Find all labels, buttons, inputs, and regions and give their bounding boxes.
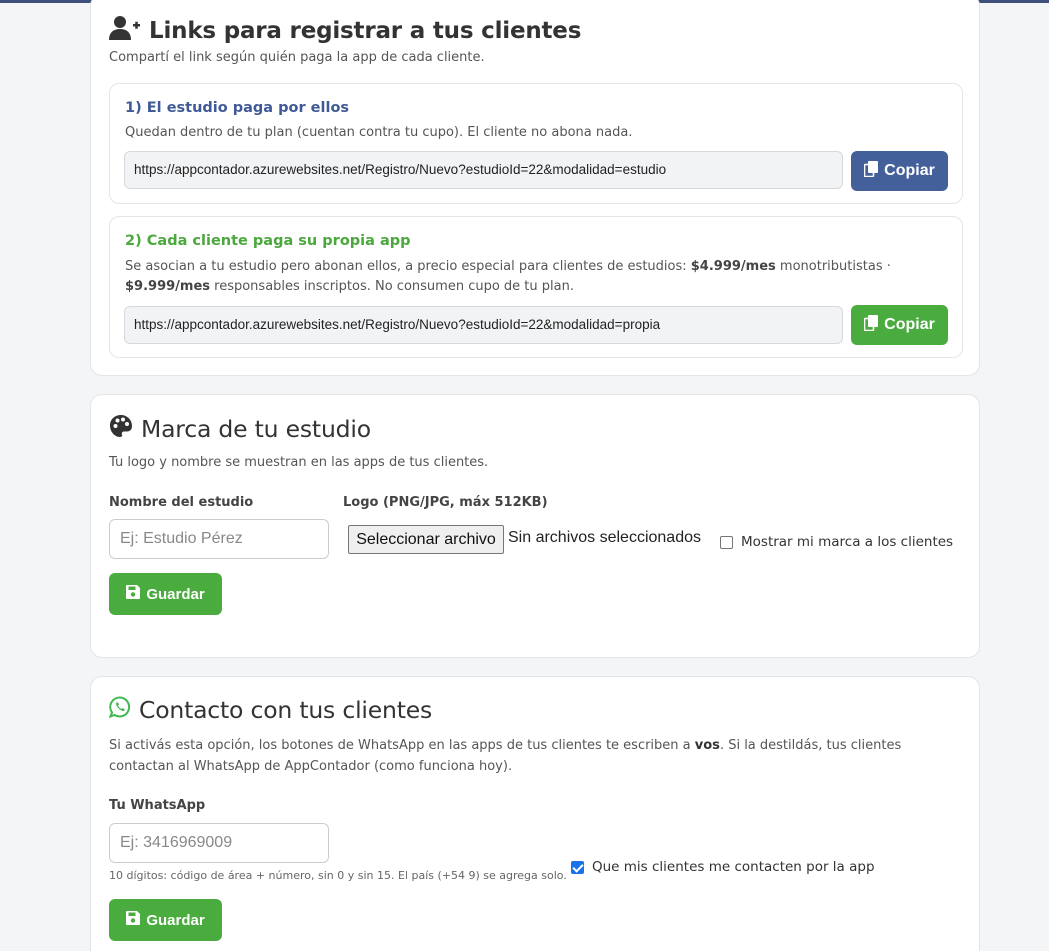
- show-brand-checkbox[interactable]: [720, 535, 733, 549]
- save-brand-button[interactable]: Guardar: [109, 573, 222, 615]
- copy-client-link-button[interactable]: Copiar: [851, 305, 948, 345]
- links-card-subtitle: Compartí el link según quién paga la app…: [109, 50, 485, 65]
- option1-text: Quedan dentro de tu plan (cuentan contra…: [125, 125, 633, 140]
- save-icon: [126, 585, 141, 603]
- whatsapp-icon: [108, 696, 131, 724]
- links-card: Links para registrar a tus clientes Comp…: [90, 0, 980, 376]
- logo-label: Logo (PNG/JPG, máx 512KB): [343, 495, 548, 510]
- option1-title: 1) El estudio paga por ellos: [125, 100, 350, 116]
- contact-card-title: Contacto con tus clientes: [108, 696, 432, 724]
- brand-card: Marca de tu estudio Tu logo y nombre se …: [90, 394, 980, 658]
- brand-card-title: Marca de tu estudio: [109, 414, 371, 444]
- palette-icon: [109, 414, 133, 444]
- studio-name-label: Nombre del estudio: [109, 495, 254, 510]
- save-contact-button[interactable]: Guardar: [109, 899, 222, 941]
- option2-text: Se asocian a tu estudio pero abonan ello…: [125, 259, 891, 294]
- client-link-field[interactable]: https://appcontador.azurewebsites.net/Re…: [124, 306, 843, 344]
- show-brand-label: Mostrar mi marca a los clientes: [741, 534, 954, 550]
- price-monotributo: $4.999/mes: [690, 259, 776, 274]
- option2-title: 2) Cada cliente paga su propia app: [125, 233, 411, 249]
- copy-studio-link-button[interactable]: Copiar: [851, 151, 948, 191]
- contact-checkbox[interactable]: [571, 860, 584, 874]
- links-card-title: Links para registrar a tus clientes: [109, 15, 581, 47]
- show-brand-option[interactable]: Mostrar mi marca a los clientes: [720, 534, 953, 550]
- whatsapp-input[interactable]: Ej: 3416969009: [109, 823, 329, 863]
- contact-card: Contacto con tus clientes Si activás est…: [90, 676, 980, 951]
- select-file-button[interactable]: Seleccionar archivo: [348, 525, 504, 554]
- brand-card-subtitle: Tu logo y nombre se muestran en las apps…: [109, 455, 489, 470]
- whatsapp-label: Tu WhatsApp: [109, 798, 206, 813]
- user-plus-icon: [109, 15, 141, 47]
- studio-name-input[interactable]: Ej: Estudio Pérez: [109, 519, 329, 559]
- option-client-pays: 2) Cada cliente paga su propia app Se as…: [109, 216, 963, 358]
- copy-icon: [863, 160, 879, 182]
- studio-link-field[interactable]: https://appcontador.azurewebsites.net/Re…: [124, 151, 843, 189]
- copy-icon: [863, 314, 879, 336]
- save-icon: [126, 911, 141, 929]
- price-responsable: $9.999/mes: [125, 279, 211, 294]
- contact-description: Si activás esta opción, los botones de W…: [109, 738, 902, 774]
- contact-option[interactable]: Que mis clientes me contacten por la app: [571, 859, 875, 875]
- whatsapp-hint: 10 dígitos: código de área + número, sin…: [109, 869, 567, 882]
- option-studio-pays: 1) El estudio paga por ellos Quedan dent…: [109, 83, 963, 204]
- file-status: Sin archivos seleccionados: [508, 529, 701, 546]
- contact-label: Que mis clientes me contacten por la app: [592, 859, 875, 875]
